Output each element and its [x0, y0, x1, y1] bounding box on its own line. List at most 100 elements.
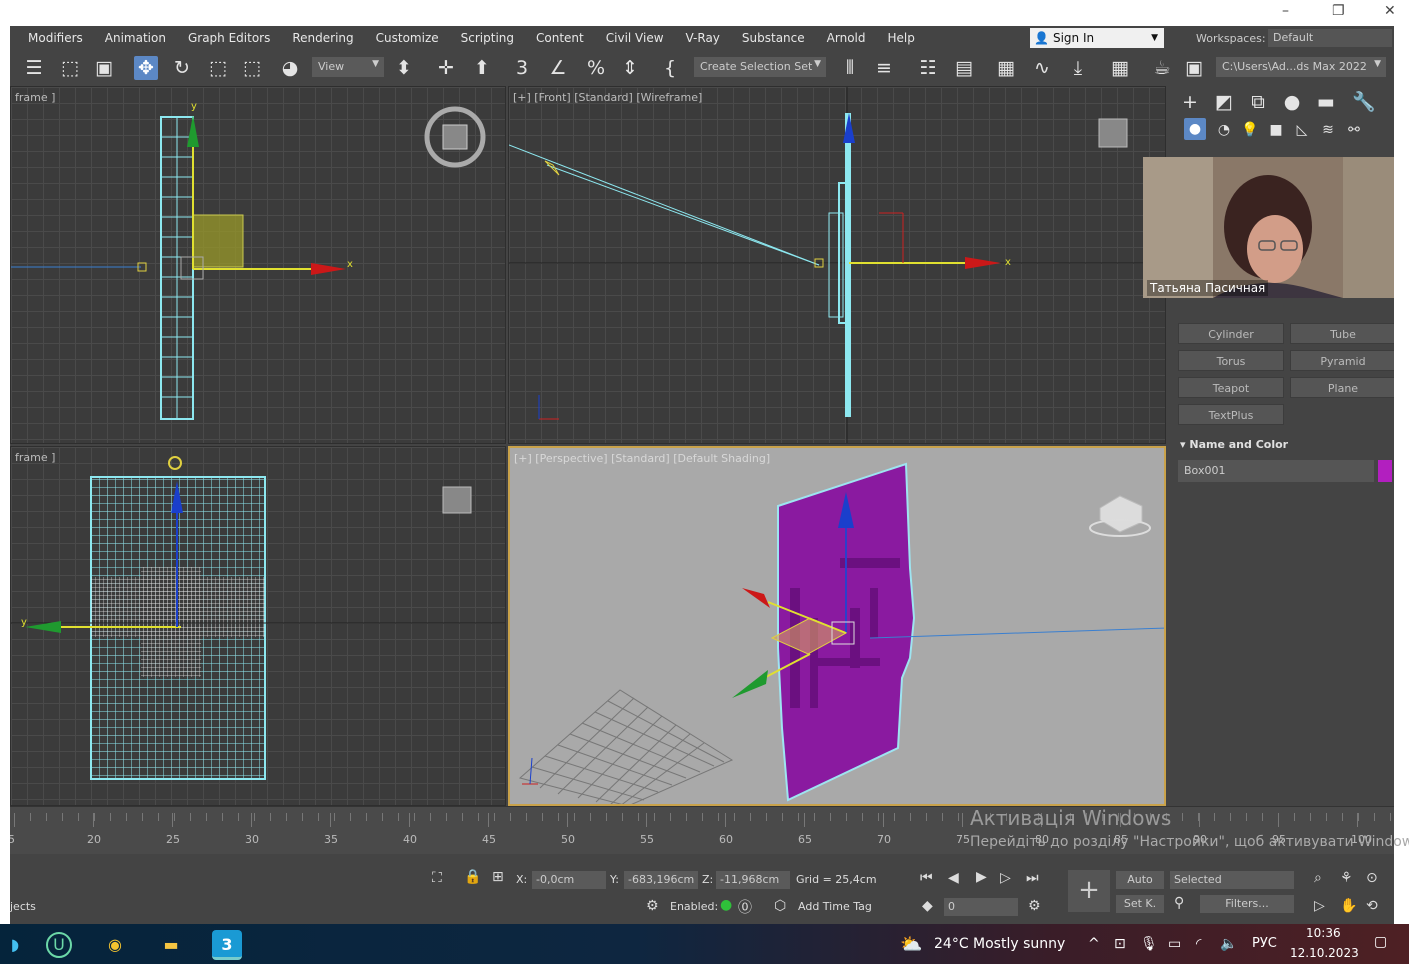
selection-set-dropdown[interactable]: Create Selection Set ▼: [694, 57, 826, 77]
notifications-icon[interactable]: ▢: [1374, 934, 1387, 950]
place-tool-icon[interactable]: ⬚: [240, 56, 264, 80]
menu-modifiers[interactable]: Modifiers: [10, 31, 94, 45]
schematic-view-icon[interactable]: ⤓: [1066, 56, 1090, 80]
isolate-icon[interactable]: ⛶: [432, 870, 442, 886]
lights-icon[interactable]: 💡: [1238, 118, 1262, 142]
time-configuration-icon[interactable]: ⚙: [1028, 898, 1041, 914]
modify-tab-icon[interactable]: ◩: [1212, 90, 1236, 114]
menu-animation[interactable]: Animation: [94, 31, 177, 45]
workspaces-dropdown[interactable]: Default: [1268, 29, 1392, 47]
zoom-all-icon[interactable]: ⚘: [1340, 870, 1353, 886]
utilities-tab-icon[interactable]: 🔧: [1352, 90, 1376, 114]
battery-icon[interactable]: ▭: [1168, 936, 1181, 952]
spacewarps-icon[interactable]: ≋: [1316, 118, 1340, 142]
plane-button[interactable]: Plane: [1290, 377, 1394, 398]
cameras-icon[interactable]: ■: [1264, 118, 1288, 142]
viewport-bottom-left[interactable]: frame ] y: [10, 446, 506, 806]
weather-text[interactable]: 24°C Mostly sunny: [934, 936, 1065, 952]
mirror-icon[interactable]: ⫴: [838, 56, 862, 80]
weather-icon[interactable]: ⛅: [900, 934, 922, 955]
project-folder-dropdown[interactable]: C:\Users\Ad...ds Max 2022 ▼: [1216, 57, 1386, 77]
time-config-icon[interactable]: ⓪: [738, 897, 752, 917]
transform-gizmo-icon[interactable]: ✛: [434, 56, 458, 80]
set-key-button[interactable]: Set K.: [1116, 895, 1164, 913]
torus-button[interactable]: Torus: [1178, 350, 1284, 371]
current-frame-field[interactable]: 0: [944, 898, 1018, 916]
selection-region-icon[interactable]: ⬚: [58, 56, 82, 80]
select-by-name-icon[interactable]: ☰: [22, 56, 46, 80]
hierarchy-tab-icon[interactable]: ⧉: [1246, 90, 1270, 114]
scene-explorer-icon[interactable]: ☷: [916, 56, 940, 80]
move-tool-icon[interactable]: ✥: [134, 56, 158, 80]
viewport-top-left[interactable]: frame ] x y: [10, 86, 506, 444]
next-frame-icon[interactable]: ▷: [1000, 870, 1011, 886]
snaps-toggle-icon[interactable]: 3: [510, 56, 534, 80]
window-crossing-icon[interactable]: ▣: [92, 56, 116, 80]
menu-help[interactable]: Help: [877, 31, 926, 45]
zoom-extents-icon[interactable]: ⊙: [1366, 870, 1378, 886]
microphone-icon[interactable]: 🎙: [1140, 936, 1158, 952]
absolute-mode-icon[interactable]: ⊞: [492, 869, 504, 885]
go-to-end-icon[interactable]: ⏭: [1026, 870, 1039, 886]
rotate-tool-icon[interactable]: ↻: [170, 56, 194, 80]
systems-icon[interactable]: ⚯: [1342, 118, 1366, 142]
pyramid-button[interactable]: Pyramid: [1290, 350, 1394, 371]
ribbon-toggle-icon[interactable]: ▦: [994, 56, 1018, 80]
time-tag-icon[interactable]: ⬡: [774, 898, 786, 914]
pan-view-icon[interactable]: ✋: [1340, 898, 1357, 914]
start-icon[interactable]: ◗: [0, 930, 30, 960]
adaptive-degradation-icon[interactable]: ⚙: [646, 898, 659, 914]
key-filter-icon[interactable]: ⚲: [1174, 895, 1184, 911]
go-to-start-icon[interactable]: ⏮: [920, 870, 933, 886]
menu-arnold[interactable]: Arnold: [816, 31, 877, 45]
helpers-icon[interactable]: ◺: [1290, 118, 1314, 142]
unity-hub-icon[interactable]: U: [46, 932, 72, 958]
restore-button[interactable]: ❐: [1332, 3, 1345, 19]
sign-in-dropdown[interactable]: 👤 Sign In ▼: [1030, 28, 1164, 48]
reference-coord-icon[interactable]: ◕: [278, 56, 302, 80]
clock-time[interactable]: 10:36: [1306, 926, 1341, 940]
previous-frame-icon[interactable]: ◀: [948, 870, 959, 886]
teapot-button[interactable]: Teapot: [1178, 377, 1284, 398]
geometry-icon[interactable]: ●: [1184, 118, 1206, 140]
network-adapter-icon[interactable]: ⊡: [1114, 936, 1126, 952]
textplus-button[interactable]: TextPlus: [1178, 404, 1284, 425]
add-time-tag-button[interactable]: Add Time Tag: [798, 900, 872, 913]
menu-content[interactable]: Content: [525, 31, 595, 45]
menu-vray[interactable]: V-Ray: [675, 31, 731, 45]
curve-editor-icon[interactable]: ∿: [1030, 56, 1054, 80]
volume-icon[interactable]: 🔈: [1220, 936, 1237, 952]
menu-rendering[interactable]: Rendering: [281, 31, 364, 45]
name-and-color-rollout[interactable]: ▾ Name and Color: [1180, 438, 1288, 451]
spinner-snap-icon[interactable]: ⇕: [618, 56, 642, 80]
menu-graph-editors[interactable]: Graph Editors: [177, 31, 281, 45]
create-tab-icon[interactable]: +: [1178, 90, 1202, 114]
angle-snap-icon[interactable]: ∠: [546, 56, 570, 80]
language-indicator[interactable]: РУС: [1252, 936, 1277, 951]
keyboard-shortcut-icon[interactable]: ⬆: [470, 56, 494, 80]
scale-tool-icon[interactable]: ⬚: [206, 56, 230, 80]
show-hidden-icons-icon[interactable]: ^: [1088, 936, 1100, 952]
motion-tab-icon[interactable]: ●: [1280, 90, 1304, 114]
field-of-view-icon[interactable]: ▷: [1314, 898, 1325, 914]
orbit-icon[interactable]: ⟲: [1366, 898, 1378, 914]
shapes-icon[interactable]: ◔: [1212, 118, 1236, 142]
wifi-icon[interactable]: ◜: [1196, 936, 1201, 952]
pivot-center-icon[interactable]: ⬍: [392, 56, 416, 80]
menu-customize[interactable]: Customize: [365, 31, 450, 45]
material-editor-icon[interactable]: ▦: [1108, 56, 1132, 80]
rendered-frame-icon[interactable]: ▣: [1182, 56, 1206, 80]
play-icon[interactable]: ▶: [976, 869, 987, 885]
file-explorer-icon[interactable]: ▬: [156, 930, 186, 960]
minimize-button[interactable]: –: [1282, 3, 1289, 19]
menu-civil-view[interactable]: Civil View: [595, 31, 675, 45]
3dsmax-taskbar-icon[interactable]: 3: [212, 930, 242, 960]
key-mode-icon[interactable]: ◆: [922, 898, 933, 914]
menu-substance[interactable]: Substance: [731, 31, 816, 45]
enabled-status-icon[interactable]: ●: [720, 897, 732, 913]
viewport-front[interactable]: [+] [Front] [Standard] [Wireframe] x: [508, 86, 1166, 444]
display-tab-icon[interactable]: ▬: [1314, 90, 1338, 114]
set-key-icon[interactable]: +: [1068, 870, 1110, 912]
viewport-perspective[interactable]: [+] [Perspective] [Standard] [Default Sh…: [508, 446, 1166, 806]
y-coordinate-field[interactable]: -683,196cm: [624, 871, 698, 889]
